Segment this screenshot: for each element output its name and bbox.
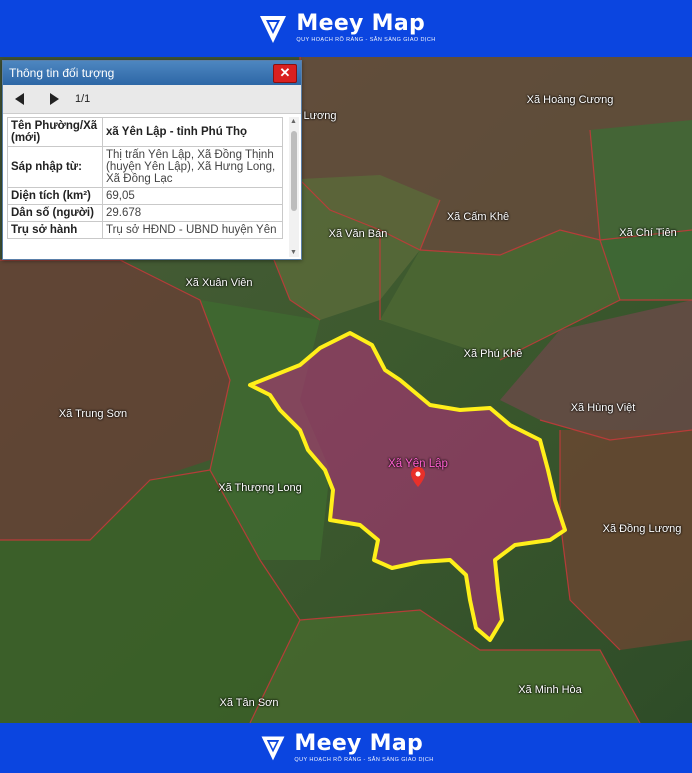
map-label: Xã Thượng Long: [218, 482, 302, 494]
row-value: 69,05: [102, 187, 283, 205]
table-row: Trụ sở hành Trụ sở HĐND - UBND huyện Yên: [7, 221, 283, 239]
top-brand-bar: Meey Map QUY HOẠCH RÕ RÀNG - SẴN SÀNG GI…: [0, 0, 692, 57]
close-button[interactable]: ✕: [273, 64, 297, 83]
map-label: Xã Văn Bán: [328, 228, 388, 240]
panel-header[interactable]: Thông tin đối tượng ✕: [3, 61, 301, 85]
next-button[interactable]: [37, 85, 71, 113]
row-value: Trụ sở HĐND - UBND huyện Yên: [102, 221, 283, 239]
prev-button[interactable]: [3, 85, 37, 113]
next-arrow-icon: [50, 93, 59, 105]
map-label: Xã Tân Sơn: [219, 697, 279, 709]
brand-name: Meey Map: [294, 730, 424, 756]
info-table: Tên Phường/Xã (mới) xã Yên Lập - tỉnh Ph…: [7, 117, 283, 239]
bottom-brand-bar: Meey Map QUY HOẠCH RÕ RÀNG - SẴN SÀNG GI…: [0, 723, 692, 773]
brand-logo-footer: Meey Map QUY HOẠCH RÕ RÀNG - SẴN SÀNG GI…: [258, 730, 434, 764]
map-label: Xã Chí Tiên: [619, 227, 677, 239]
map-label: Xã Hùng Việt: [570, 402, 636, 414]
map-label: Xã Phú Khê: [463, 348, 523, 360]
meey-logo-icon: [261, 736, 285, 761]
table-row: Sáp nhập từ: Thị trấn Yên Lập, Xã Đồng T…: [7, 146, 283, 188]
table-row: Tên Phường/Xã (mới) xã Yên Lập - tỉnh Ph…: [7, 117, 283, 147]
table-row: Dân số (người) 29.678: [7, 204, 283, 222]
map-label: Xã Hoàng Cương: [526, 94, 614, 106]
row-key: Dân số (người): [7, 204, 103, 222]
object-info-panel[interactable]: Thông tin đối tượng ✕ 1/1 Tên Phường/Xã …: [2, 60, 302, 260]
map-label: Xã Minh Hòa: [518, 684, 582, 696]
row-key: Tên Phường/Xã (mới): [7, 117, 103, 147]
pager: 1/1: [3, 85, 301, 114]
close-icon: ✕: [279, 65, 291, 80]
panel-title: Thông tin đối tượng: [9, 66, 115, 80]
row-value: 29.678: [102, 204, 283, 222]
table-row: Diện tích (km²) 69,05: [7, 187, 283, 205]
row-value: Thị trấn Yên Lập, Xã Đồng Thịnh (huyện Y…: [102, 146, 283, 188]
brand-logo: Meey Map QUY HOẠCH RÕ RÀNG - SẴN SÀNG GI…: [256, 12, 435, 46]
map-label: Xã Trung Sơn: [58, 408, 128, 420]
map-label: Xã Đồng Lương: [602, 523, 682, 535]
map-pin-icon[interactable]: [411, 467, 425, 487]
scroll-down-icon[interactable]: ▼: [290, 249, 297, 256]
map-label: Xã Xuân Viên: [185, 277, 253, 289]
page-indicator: 1/1: [75, 93, 91, 105]
panel-scrollbar[interactable]: ▲ ▼: [289, 117, 299, 257]
brand-tagline: QUY HOẠCH RÕ RÀNG - SẴN SÀNG GIAO DỊCH: [294, 756, 434, 763]
map-label: Xã Cấm Khê: [446, 211, 510, 223]
map-label: Lương: [303, 110, 337, 122]
prev-arrow-icon: [15, 93, 24, 105]
brand-tagline: QUY HOẠCH RÕ RÀNG - SẴN SÀNG GIAO DỊCH: [296, 37, 436, 44]
row-key: Trụ sở hành: [7, 221, 103, 239]
row-key: Diện tích (km²): [7, 187, 103, 205]
meey-logo-icon: [260, 15, 287, 43]
scroll-up-icon[interactable]: ▲: [290, 118, 297, 125]
scroll-thumb[interactable]: [291, 131, 297, 211]
info-table-wrap[interactable]: Tên Phường/Xã (mới) xã Yên Lập - tỉnh Ph…: [7, 117, 289, 257]
row-value: xã Yên Lập - tỉnh Phú Thọ: [102, 117, 283, 147]
brand-name: Meey Map: [296, 11, 426, 37]
row-key: Sáp nhập từ:: [7, 146, 103, 188]
